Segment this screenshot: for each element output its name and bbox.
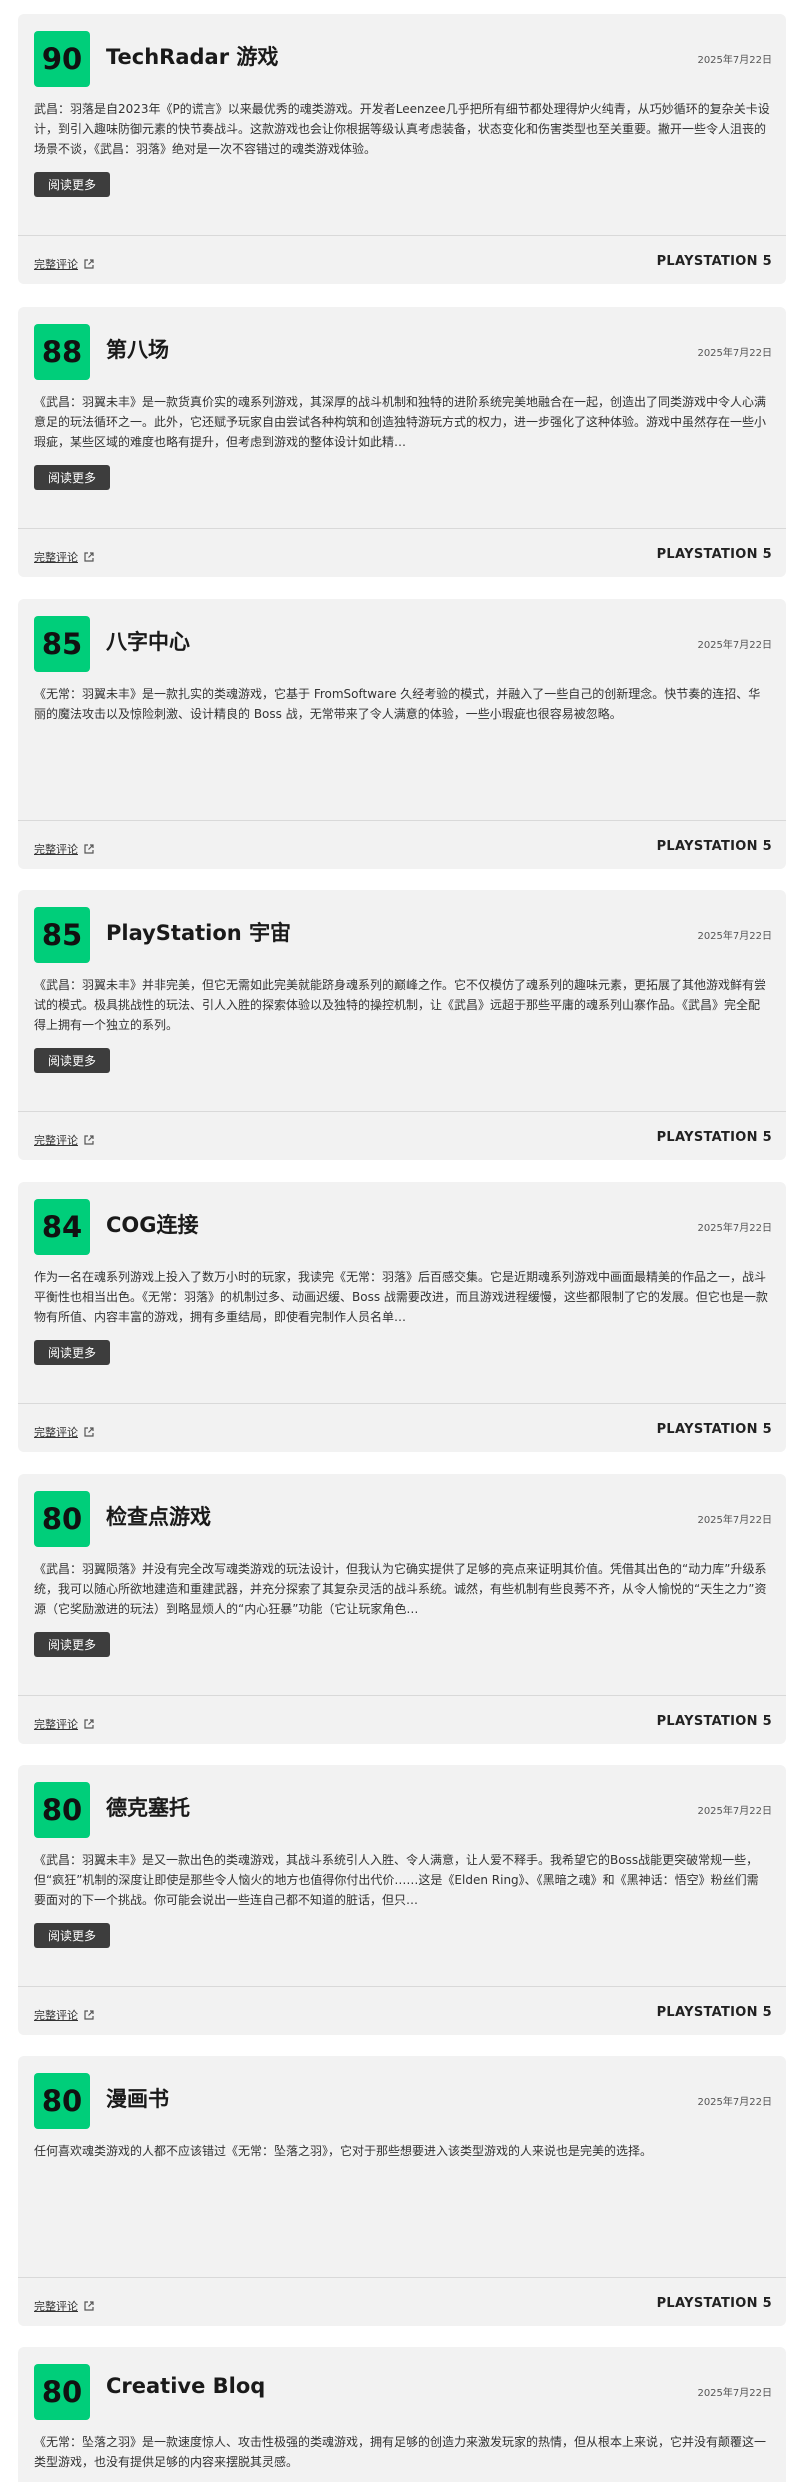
full-review-label: 完整评论 [34, 2300, 78, 2313]
review-date: 2025年7月22日 [697, 55, 772, 66]
review-text: 《武昌：羽翼陨落》并没有完全改写魂类游戏的玩法设计，但我认为它确实提供了足够的亮… [34, 1562, 767, 1616]
outlet-name: 八字中心 [106, 630, 190, 654]
review-date: 2025年7月22日 [697, 1806, 772, 1817]
review-card: 80 检查点游戏 2025年7月22日 《武昌：羽翼陨落》并没有完全改写魂类游戏… [18, 1474, 786, 1744]
read-more-button[interactable]: 阅读更多 [34, 465, 111, 490]
external-link-icon [84, 2010, 94, 2020]
review-card: 84 COG连接 2025年7月22日 作为一名在魂系列游戏上投入了数万小时的玩… [18, 1182, 786, 1452]
full-review-label: 完整评论 [34, 551, 78, 564]
score-badge: 80 [34, 2073, 90, 2129]
outlet-name: Creative Bloq [106, 2374, 266, 2398]
external-link-icon [84, 1719, 94, 1729]
review-card: 80 德克塞托 2025年7月22日 《武昌：羽翼未丰》是又一款出色的类魂游戏，… [18, 1765, 786, 2035]
full-review-label: 完整评论 [34, 843, 78, 856]
review-date: 2025年7月22日 [697, 1515, 772, 1526]
outlet-name: COG连接 [106, 1213, 199, 1237]
full-review-link[interactable]: 完整评论 [34, 256, 94, 272]
review-text: 《武昌：羽翼未丰》是又一款出色的类魂游戏，其战斗系统引人入胜、令人满意，让人爱不… [34, 1853, 759, 1907]
divider [18, 528, 786, 529]
review-date: 2025年7月22日 [697, 348, 772, 359]
score-badge: 85 [34, 907, 90, 963]
review-text: 作为一名在魂系列游戏上投入了数万小时的玩家，我读完《无常：羽落》后百感交集。它是… [34, 1270, 768, 1324]
read-more-button[interactable]: 阅读更多 [34, 172, 111, 197]
external-link-icon [84, 552, 94, 562]
full-review-link[interactable]: 完整评论 [34, 1716, 94, 1732]
platform-label: PLAYSTATION 5 [656, 1422, 772, 1437]
external-link-icon [84, 1135, 94, 1145]
full-review-link[interactable]: 完整评论 [34, 2298, 94, 2314]
divider [18, 2277, 786, 2278]
platform-label: PLAYSTATION 5 [656, 1714, 772, 1729]
review-text: 《武昌：羽翼未丰》并非完美，但它无需如此完美就能跻身魂系列的巅峰之作。它不仅模仿… [34, 978, 767, 1032]
review-card: 80 漫画书 2025年7月22日 任何喜欢魂类游戏的人都不应该错过《无常：坠落… [18, 2056, 786, 2326]
external-link-icon [84, 1427, 94, 1437]
full-review-label: 完整评论 [34, 2009, 78, 2022]
review-card: 85 八字中心 2025年7月22日 《无常：羽翼未丰》是一款扎实的类魂游戏，它… [18, 599, 786, 869]
full-review-link[interactable]: 完整评论 [34, 2007, 94, 2023]
divider [18, 1111, 786, 1112]
review-card: 90 TechRadar 游戏 2025年7月22日 武昌：羽落是自2023年《… [18, 14, 786, 284]
full-review-label: 完整评论 [34, 1134, 78, 1147]
read-more-button[interactable]: 阅读更多 [34, 1340, 111, 1365]
review-text: 任何喜欢魂类游戏的人都不应该错过《无常：坠落之羽》，它对于那些想要进入该类型游戏… [34, 2144, 653, 2158]
divider [18, 235, 786, 236]
full-review-label: 完整评论 [34, 1718, 78, 1731]
full-review-link[interactable]: 完整评论 [34, 1424, 94, 1440]
review-date: 2025年7月22日 [697, 2097, 772, 2108]
outlet-name: 德克塞托 [106, 1796, 190, 1820]
review-text: 武昌：羽落是自2023年《P的谎言》以来最优秀的魂类游戏。开发者Leenzee几… [34, 102, 770, 156]
score-badge: 80 [34, 1782, 90, 1838]
review-date: 2025年7月22日 [697, 931, 772, 942]
full-review-label: 完整评论 [34, 258, 78, 271]
full-review-label: 完整评论 [34, 1426, 78, 1439]
review-date: 2025年7月22日 [697, 2388, 772, 2399]
score-badge: 84 [34, 1199, 90, 1255]
outlet-name: PlayStation 宇宙 [106, 921, 292, 945]
review-text: 《武昌：羽翼未丰》是一款货真价实的魂系列游戏，其深厚的战斗机制和独特的进阶系统完… [34, 395, 767, 449]
score-badge: 90 [34, 31, 90, 87]
review-card: 85 PlayStation 宇宙 2025年7月22日 《武昌：羽翼未丰》并非… [18, 890, 786, 1160]
external-link-icon [84, 259, 94, 269]
divider [18, 1403, 786, 1404]
platform-label: PLAYSTATION 5 [656, 2296, 772, 2311]
score-badge: 88 [34, 324, 90, 380]
platform-label: PLAYSTATION 5 [656, 254, 772, 269]
platform-label: PLAYSTATION 5 [656, 839, 772, 854]
score-badge: 80 [34, 2364, 90, 2420]
platform-label: PLAYSTATION 5 [656, 547, 772, 562]
review-text: 《无常：坠落之羽》是一款速度惊人、攻击性极强的类魂游戏，拥有足够的创造力来激发玩… [34, 2435, 767, 2469]
review-card: 88 第八场 2025年7月22日 《武昌：羽翼未丰》是一款货真价实的魂系列游戏… [18, 307, 786, 577]
score-badge: 80 [34, 1491, 90, 1547]
external-link-icon [84, 844, 94, 854]
read-more-button[interactable]: 阅读更多 [34, 1048, 111, 1073]
divider [18, 1986, 786, 1987]
review-card: 80 Creative Bloq 2025年7月22日 《无常：坠落之羽》是一款… [18, 2347, 786, 2482]
read-more-button[interactable]: 阅读更多 [34, 1923, 111, 1948]
divider [18, 1695, 786, 1696]
external-link-icon [84, 2301, 94, 2311]
platform-label: PLAYSTATION 5 [656, 2005, 772, 2020]
full-review-link[interactable]: 完整评论 [34, 549, 94, 565]
review-date: 2025年7月22日 [697, 1223, 772, 1234]
review-date: 2025年7月22日 [697, 640, 772, 651]
outlet-name: 漫画书 [106, 2087, 169, 2111]
divider [18, 820, 786, 821]
outlet-name: TechRadar 游戏 [106, 45, 279, 69]
full-review-link[interactable]: 完整评论 [34, 1132, 94, 1148]
review-text: 《无常：羽翼未丰》是一款扎实的类魂游戏，它基于 FromSoftware 久经考… [34, 687, 761, 721]
read-more-button[interactable]: 阅读更多 [34, 1632, 111, 1657]
full-review-link[interactable]: 完整评论 [34, 841, 94, 857]
score-badge: 85 [34, 616, 90, 672]
platform-label: PLAYSTATION 5 [656, 1130, 772, 1145]
outlet-name: 检查点游戏 [106, 1505, 211, 1529]
outlet-name: 第八场 [106, 338, 169, 362]
